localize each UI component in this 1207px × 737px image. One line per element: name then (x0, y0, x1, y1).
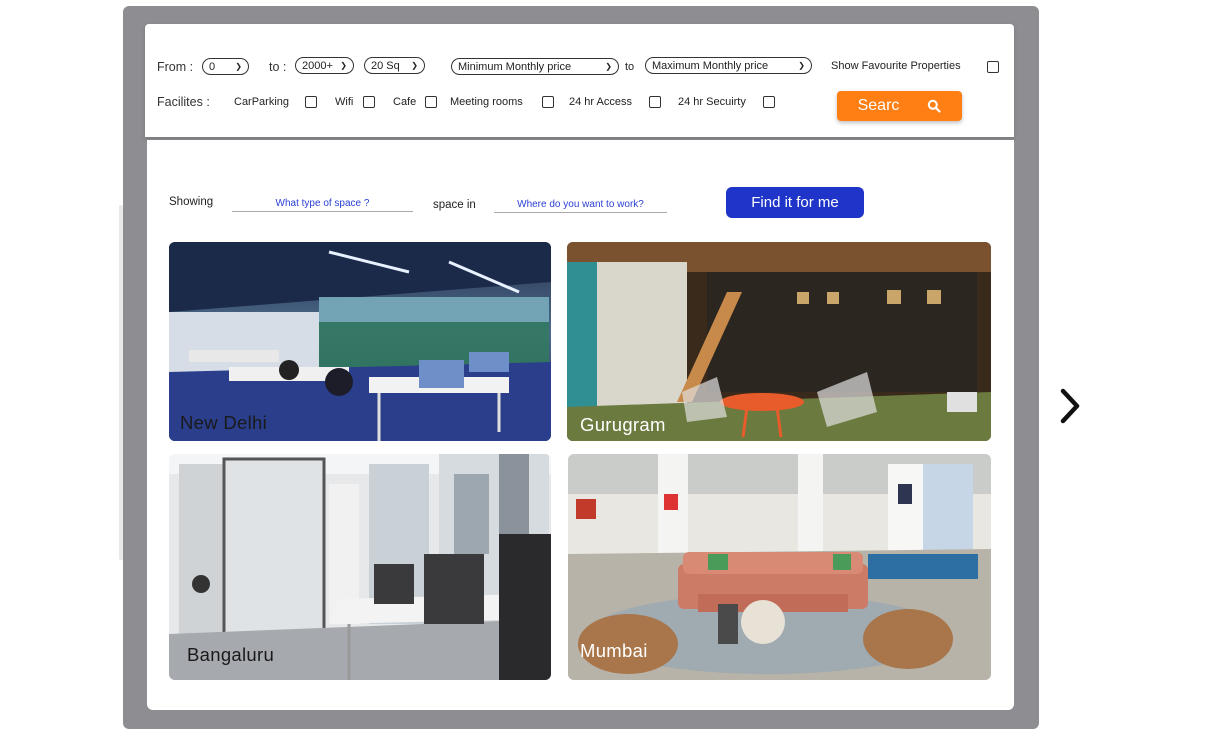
chevron-down-icon: ❯ (798, 61, 805, 70)
city-card-mumbai[interactable]: Mumbai (568, 454, 991, 680)
to-select[interactable]: 2000+ ❯ (295, 57, 354, 74)
min-price-value: Minimum Monthly price (458, 60, 572, 73)
location-input[interactable] (494, 196, 667, 213)
city-card-gurugram[interactable]: Gurugram (567, 242, 991, 441)
show-favourites-checkbox[interactable] (987, 61, 999, 73)
unit-select-value: 20 Sq (371, 59, 400, 72)
city-label-new-delhi: New Delhi (180, 412, 268, 433)
max-price-value: Maximum Monthly price (652, 59, 769, 72)
city-label-mumbai: Mumbai (580, 640, 648, 661)
office-photo-gurugram (567, 242, 991, 441)
facility-checkbox-wifi[interactable] (363, 96, 375, 108)
min-price-select[interactable]: Minimum Monthly price ❯ (451, 58, 619, 75)
chevron-down-icon: ❯ (340, 61, 347, 70)
facility-checkbox-24hr-access[interactable] (649, 96, 661, 108)
facility-checkbox-24hr-security[interactable] (763, 96, 775, 108)
from-select[interactable]: 0 ❯ (202, 58, 249, 75)
from-select-value: 0 (209, 60, 216, 73)
chevron-down-icon: ❯ (605, 62, 612, 71)
facility-checkbox-carparking[interactable] (305, 96, 317, 108)
max-price-select[interactable]: Maximum Monthly price ❯ (645, 57, 812, 74)
city-label-gurugram: Gurugram (580, 414, 666, 435)
facility-checkbox-meeting-rooms[interactable] (542, 96, 554, 108)
chevron-right-icon[interactable] (1056, 384, 1084, 428)
showing-label: Showing (169, 196, 214, 208)
facility-label-carparking: CarParking (234, 96, 290, 108)
to-select-value: 2000+ (302, 59, 333, 72)
show-favourites-label: Show Favourite Properties (831, 60, 961, 72)
space-in-label: space in (433, 199, 476, 211)
price-to-label: to (625, 61, 635, 73)
space-type-input[interactable] (232, 195, 413, 212)
search-button-label: Searc (857, 97, 900, 114)
to-label: to : (269, 60, 287, 74)
facilities-label: Facilites : (157, 95, 210, 109)
city-label-bangaluru: Bangaluru (187, 644, 275, 665)
from-label: From : (157, 60, 194, 74)
facility-checkbox-cafe[interactable] (425, 96, 437, 108)
search-button[interactable]: Searc (837, 91, 962, 121)
chevron-down-icon: ❯ (411, 61, 418, 70)
chevron-down-icon: ❯ (235, 62, 242, 71)
search-icon (928, 99, 941, 113)
city-card-new-delhi[interactable]: New Delhi (169, 242, 551, 441)
facility-label-wifi: Wifi (335, 96, 354, 108)
facility-label-meeting-rooms: Meeting rooms (450, 96, 523, 108)
unit-select[interactable]: 20 Sq ❯ (364, 57, 425, 74)
city-card-bangaluru[interactable]: Bangaluru (169, 454, 551, 680)
find-it-for-me-button[interactable]: Find it for me (726, 187, 864, 218)
facility-label-cafe: Cafe (393, 96, 417, 108)
facility-label-24hr-security: 24 hr Secuirty (678, 96, 746, 108)
facility-label-24hr-access: 24 hr Access (569, 96, 632, 108)
